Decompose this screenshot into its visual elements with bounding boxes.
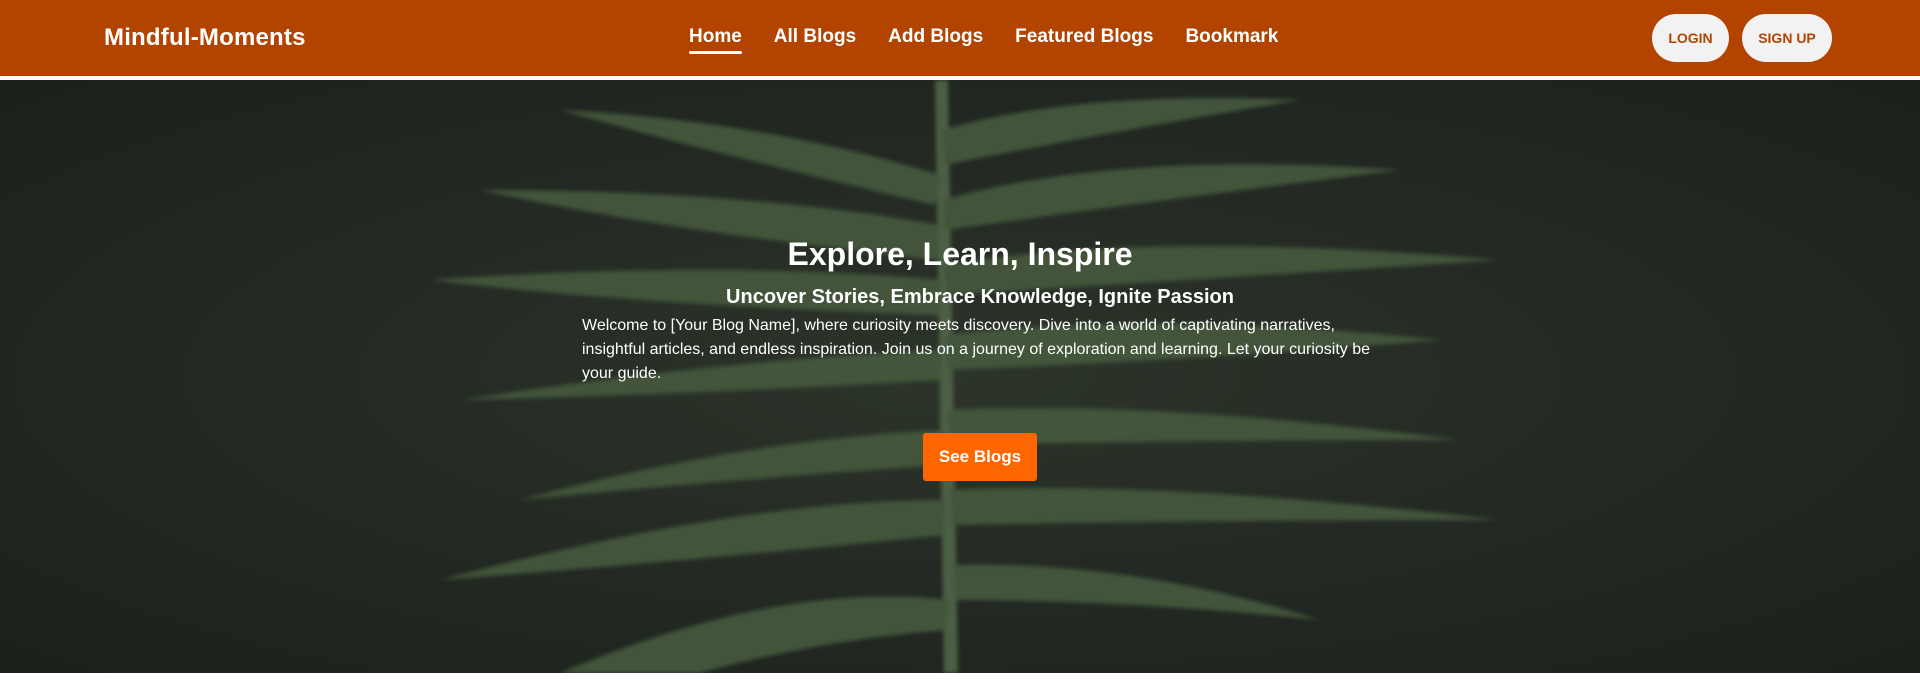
see-blogs-button[interactable]: See Blogs (923, 433, 1037, 481)
brand-logo[interactable]: Mindful-Moments (104, 24, 306, 52)
hero-section: Explore, Learn, Inspire Uncover Stories,… (0, 80, 1920, 673)
nav-link-home[interactable]: Home (689, 26, 742, 54)
main-nav: Home All Blogs Add Blogs Featured Blogs … (689, 26, 1278, 54)
nav-link-add-blogs[interactable]: Add Blogs (888, 26, 983, 52)
nav-link-all-blogs[interactable]: All Blogs (774, 26, 856, 52)
hero-title: Explore, Learn, Inspire (787, 236, 1133, 272)
hero-subtitle: Uncover Stories, Embrace Knowledge, Igni… (726, 286, 1234, 308)
auth-buttons: LOGIN SIGN UP (1652, 14, 1832, 62)
nav-link-featured-blogs[interactable]: Featured Blogs (1015, 26, 1153, 52)
bottom-strip (0, 673, 1920, 680)
nav-link-bookmark[interactable]: Bookmark (1185, 26, 1278, 52)
navbar: Mindful-Moments Home All Blogs Add Blogs… (0, 0, 1920, 76)
signup-button[interactable]: SIGN UP (1742, 14, 1832, 62)
login-button[interactable]: LOGIN (1652, 14, 1729, 62)
hero-description: Welcome to [Your Blog Name], where curio… (582, 317, 1371, 382)
